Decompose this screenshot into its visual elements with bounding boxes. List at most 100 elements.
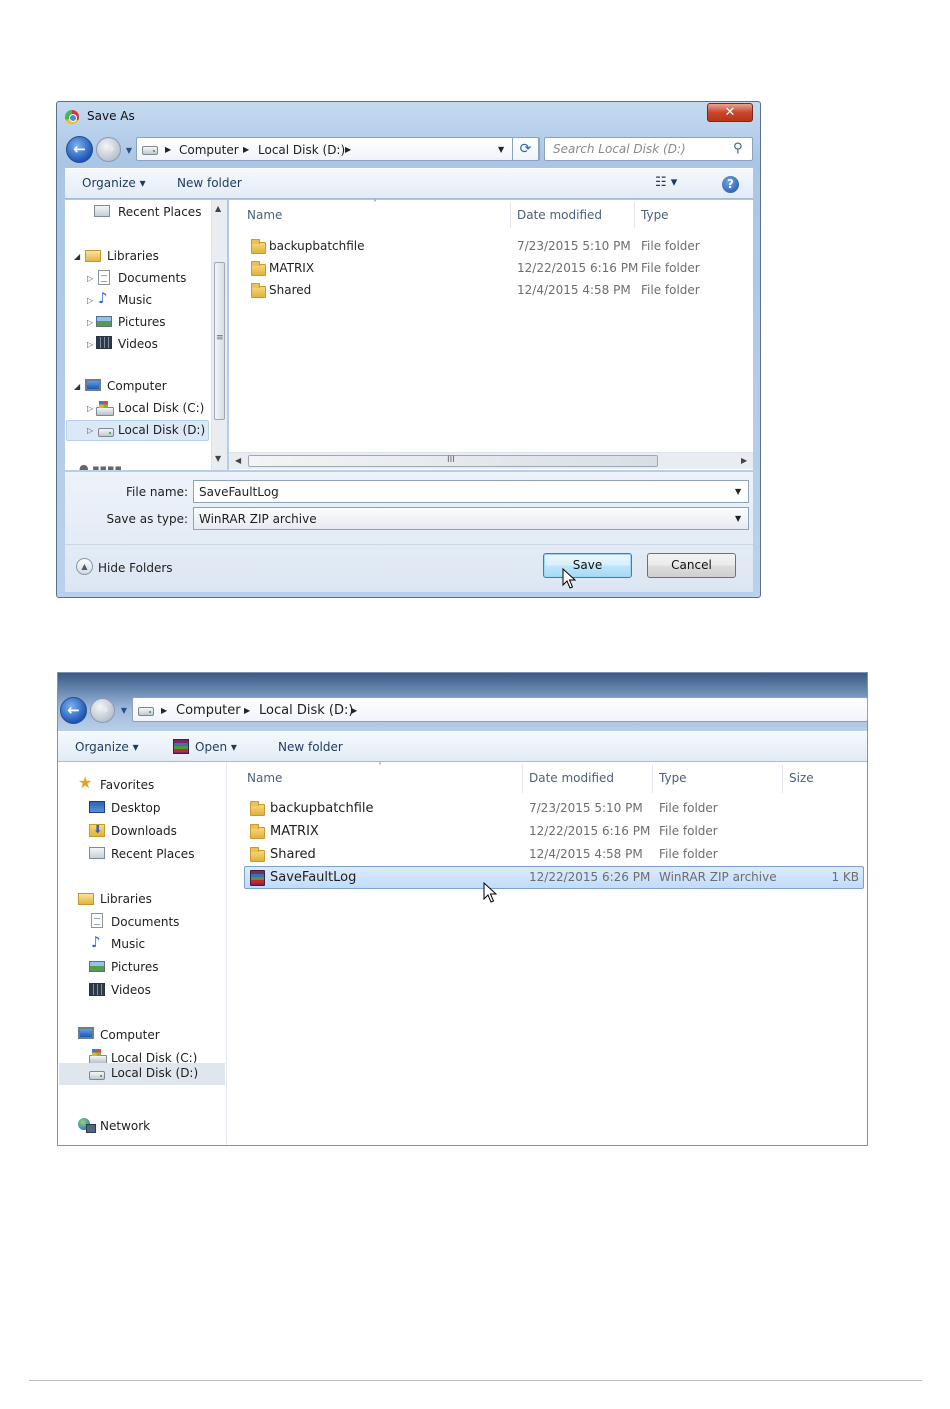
nav-computer[interactable]: Computer xyxy=(107,379,167,393)
nav-local-disk-d[interactable]: Local Disk (D:) xyxy=(118,423,205,437)
nav-pictures[interactable]: Pictures xyxy=(118,315,166,329)
new-folder-button[interactable]: New folder xyxy=(278,740,343,754)
column-size[interactable]: Size xyxy=(789,771,814,785)
column-type[interactable]: Type xyxy=(641,208,669,222)
nav-recent-places[interactable]: Recent Places xyxy=(111,847,194,861)
scroll-down-icon[interactable]: ▼ xyxy=(215,454,221,463)
navigation-pane: Recent Places ◢ Libraries ▷ Documents ▷ … xyxy=(65,200,227,470)
close-button[interactable]: ✕ xyxy=(707,103,753,122)
expand-libraries-icon[interactable]: ◢ xyxy=(74,252,80,261)
documents-icon xyxy=(91,913,103,928)
nav-desktop[interactable]: Desktop xyxy=(111,801,161,815)
nav-local-disk-d-row[interactable]: Local Disk (D:) xyxy=(59,1063,225,1085)
nav-documents[interactable]: Documents xyxy=(118,271,186,285)
save-button[interactable]: Save xyxy=(543,553,632,578)
back-button[interactable]: ← xyxy=(60,697,87,724)
scroll-right-icon[interactable]: ▶ xyxy=(741,456,747,465)
file-row[interactable]: MATRIX 12/22/2015 6:16 PM File folder xyxy=(229,258,753,280)
scroll-left-icon[interactable]: ◀ xyxy=(235,456,241,465)
nav-favorites[interactable]: Favorites xyxy=(100,778,154,792)
nav-music[interactable]: Music xyxy=(118,293,152,307)
nav-videos[interactable]: Videos xyxy=(118,337,158,351)
horizontal-scroll-thumb[interactable]: III xyxy=(248,455,658,467)
recent-pages-chevron-icon[interactable]: ▼ xyxy=(124,146,134,156)
nav-libraries[interactable]: Libraries xyxy=(100,892,152,906)
hide-folders-chevron-icon[interactable]: ▲ xyxy=(76,558,93,575)
toolbar: Organize ▾ New folder ☷ ▾ ? xyxy=(65,168,753,199)
breadcrumb-separator-icon: ▶ xyxy=(243,145,250,154)
forward-button[interactable]: → xyxy=(90,698,115,723)
file-row[interactable]: backupbatchfile 7/23/2015 5:10 PM File f… xyxy=(229,236,753,258)
help-icon[interactable]: ? xyxy=(722,176,739,193)
column-date-modified[interactable]: Date modified xyxy=(529,771,614,785)
column-date-modified[interactable]: Date modified xyxy=(517,208,602,222)
back-button[interactable]: ← xyxy=(66,136,93,163)
cancel-button[interactable]: Cancel xyxy=(647,553,736,578)
save-type-select[interactable]: WinRAR ZIP archive ▼ xyxy=(193,507,749,530)
folder-icon xyxy=(251,283,266,298)
breadcrumb-computer[interactable]: Computer xyxy=(176,703,241,718)
nav-downloads[interactable]: Downloads xyxy=(111,824,177,838)
breadcrumb-computer[interactable]: Computer xyxy=(179,143,239,157)
computer-icon xyxy=(78,1027,94,1039)
organize-menu[interactable]: Organize ▾ xyxy=(75,740,139,754)
column-divider xyxy=(782,765,783,793)
nav-libraries[interactable]: Libraries xyxy=(107,249,159,263)
file-name-input[interactable]: SaveFaultLog ▼ xyxy=(193,480,749,503)
expand-local-disk-c-icon[interactable]: ▷ xyxy=(87,404,93,413)
file-row[interactable]: MATRIX 12/22/2015 6:16 PM File folder xyxy=(244,821,864,843)
file-row[interactable]: Shared 12/4/2015 4:58 PM File folder xyxy=(229,280,753,302)
scroll-grip-icon: ≡ xyxy=(216,333,224,343)
file-row-selected[interactable]: SaveFaultLog 12/22/2015 6:26 PM WinRAR Z… xyxy=(244,866,864,889)
address-dropdown-icon[interactable]: ▼ xyxy=(498,145,504,154)
view-options-icon[interactable]: ☷ ▾ xyxy=(655,175,677,190)
nav-local-disk-c[interactable]: Local Disk (C:) xyxy=(118,401,204,415)
expand-music-icon[interactable]: ▷ xyxy=(87,296,93,305)
recent-pages-chevron-icon[interactable]: ▼ xyxy=(119,706,129,716)
horizontal-scrollbar[interactable]: ◀ III ▶ xyxy=(229,452,753,469)
documents-icon xyxy=(98,270,110,285)
scroll-up-icon[interactable]: ▲ xyxy=(215,204,221,213)
open-button[interactable]: Open ▾ xyxy=(195,740,237,754)
expand-documents-icon[interactable]: ▷ xyxy=(87,274,93,283)
expand-videos-icon[interactable]: ▷ xyxy=(87,340,93,349)
nav-pictures[interactable]: Pictures xyxy=(111,960,159,974)
search-box[interactable]: Search Local Disk (D:) ⚲ xyxy=(544,137,753,161)
drive-icon xyxy=(138,707,154,716)
nav-local-disk-d-row[interactable]: ▷ Local Disk (D:) xyxy=(66,420,209,441)
organize-menu[interactable]: Organize ▾ xyxy=(82,176,146,190)
nav-videos[interactable]: Videos xyxy=(111,983,151,997)
nav-local-disk-d[interactable]: Local Disk (D:) xyxy=(111,1066,198,1080)
file-size: 1 KB xyxy=(831,870,859,884)
nav-music[interactable]: Music xyxy=(111,937,145,951)
forward-button[interactable]: → xyxy=(96,137,121,162)
hide-folders-button[interactable]: Hide Folders xyxy=(98,561,173,575)
breadcrumb-local-disk-d[interactable]: Local Disk (D:) xyxy=(258,143,345,157)
nav-documents[interactable]: Documents xyxy=(111,915,179,929)
refresh-button[interactable]: ⟳ xyxy=(512,137,539,161)
file-name-value: SaveFaultLog xyxy=(199,485,279,499)
nav-network[interactable]: Network xyxy=(100,1119,150,1133)
save-as-dialog: Save As ✕ ← → ▼ ▶ Computer ▶ Local Disk … xyxy=(56,101,761,598)
file-name: MATRIX xyxy=(269,261,315,275)
nav-scroll-thumb[interactable]: ≡ xyxy=(214,262,225,420)
nav-scrollbar[interactable]: ▲ ≡ ▼ xyxy=(211,200,227,470)
address-bar[interactable]: ▶ Computer ▶ Local Disk (D:) ▶ xyxy=(132,697,868,722)
column-type[interactable]: Type xyxy=(659,771,687,785)
file-row[interactable]: Shared 12/4/2015 4:58 PM File folder xyxy=(244,844,864,866)
nav-recent-places[interactable]: Recent Places xyxy=(118,205,201,219)
recent-places-icon xyxy=(89,847,105,859)
address-bar[interactable]: ▶ Computer ▶ Local Disk (D:) ▶ ▼ xyxy=(136,137,540,161)
save-type-dropdown-icon[interactable]: ▼ xyxy=(735,514,741,523)
new-folder-button[interactable]: New folder xyxy=(177,176,242,190)
expand-computer-icon[interactable]: ◢ xyxy=(74,382,80,391)
column-name[interactable]: Name xyxy=(247,208,282,222)
breadcrumb-local-disk-d[interactable]: Local Disk (D:) xyxy=(259,703,353,718)
nav-computer[interactable]: Computer xyxy=(100,1028,160,1042)
local-disk-c-icon xyxy=(89,1049,107,1064)
column-name[interactable]: Name xyxy=(247,771,282,785)
expand-local-disk-d-icon[interactable]: ▷ xyxy=(87,426,93,435)
file-row[interactable]: backupbatchfile 7/23/2015 5:10 PM File f… xyxy=(244,798,864,820)
expand-pictures-icon[interactable]: ▷ xyxy=(87,318,93,327)
file-name-dropdown-icon[interactable]: ▼ xyxy=(735,487,741,496)
